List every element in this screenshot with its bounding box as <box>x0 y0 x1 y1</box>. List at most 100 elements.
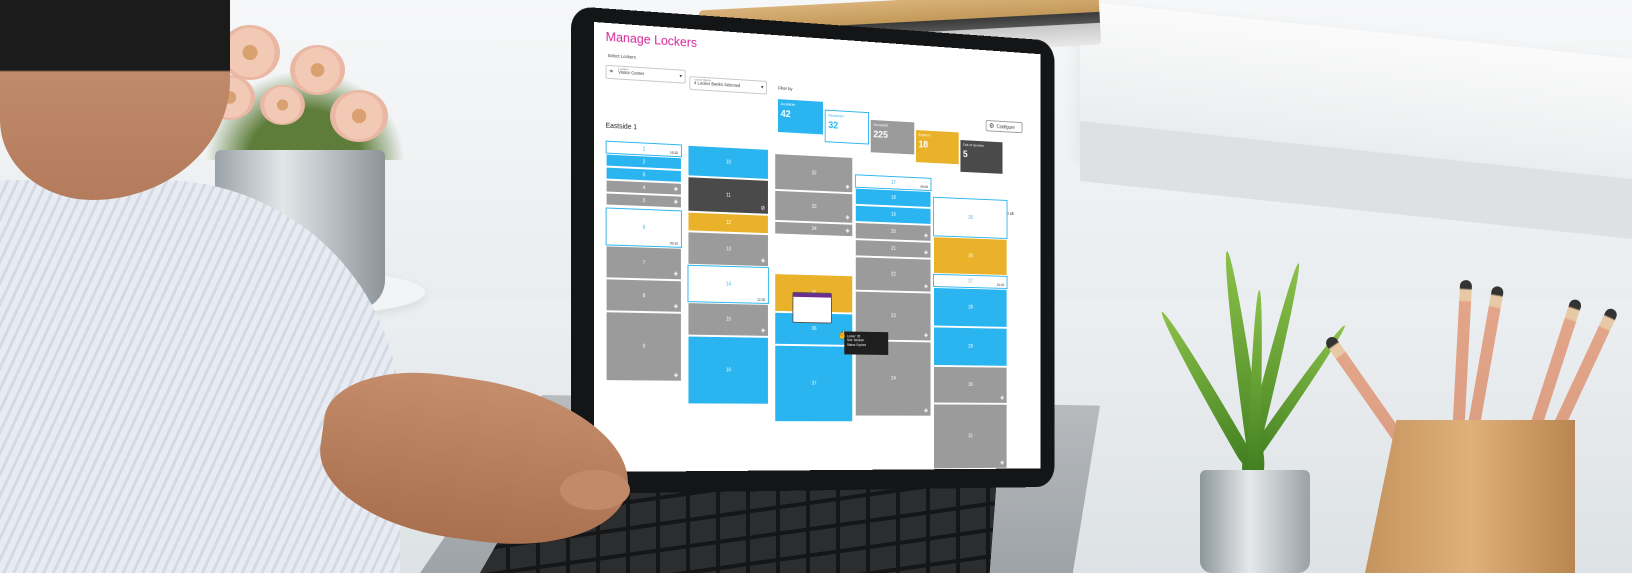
filter-avail[interactable]: Available 42 <box>777 99 823 135</box>
hand-cursor-icon: ☝ <box>837 329 848 340</box>
wooden-pencil-cup <box>1365 420 1575 573</box>
page-title: Manage Lockers <box>605 28 697 51</box>
locker-31[interactable]: 31 ◈ <box>933 403 1008 470</box>
locker-number: 27 <box>968 278 973 285</box>
locker-time: 09:10 <box>669 241 679 246</box>
locker-number: 21 <box>891 246 896 252</box>
filter-label-text: Out of service <box>962 142 984 148</box>
box-icon: ◈ <box>673 199 679 206</box>
sliders-icon: ⚙ <box>989 122 995 130</box>
locker-13[interactable]: 13 ◈ <box>687 231 769 268</box>
locker-29[interactable]: 29 <box>933 326 1008 367</box>
photo-scene: Manage Lockers Select Lockers ⌖ Location… <box>0 0 1632 573</box>
locker-number: 23 <box>891 313 896 320</box>
filter-label-text: Available <box>780 101 796 107</box>
locker-11[interactable]: 11 ⊘ <box>687 176 769 215</box>
locker-number: 10 <box>725 159 732 166</box>
locker-number: 12 <box>725 219 732 227</box>
locker-number: 1 <box>642 145 646 153</box>
box-icon: ◈ <box>845 214 850 221</box>
locker-number: 18 <box>891 194 896 201</box>
locker-number: 3 <box>642 197 646 204</box>
box-icon: ◈ <box>1000 460 1005 466</box>
locker-number: 22 <box>891 271 896 278</box>
filter-oos[interactable]: Out of service 5 <box>960 140 1003 174</box>
locker-number: 19 <box>891 211 896 218</box>
locker-26[interactable]: 26 <box>933 236 1008 276</box>
filter-label: Filter by <box>777 85 793 92</box>
locker-bank-title: Eastside 1 <box>605 122 638 132</box>
locker-preview-card <box>792 291 832 324</box>
flower <box>260 85 305 125</box>
location-select[interactable]: ⌖ Location Visitor Center ▾ <box>605 64 686 84</box>
filter-count: 5 <box>962 149 968 161</box>
locker-14[interactable]: 14 12:32 <box>687 264 769 304</box>
locker-number: 15 <box>725 316 732 323</box>
locker-number: 29 <box>968 343 973 350</box>
box-icon: ◈ <box>924 250 929 256</box>
filter-occ[interactable]: Occupied 225 <box>870 119 915 155</box>
filter-count: 42 <box>780 108 791 121</box>
locker-number: 34 <box>811 226 817 233</box>
filter-resv[interactable]: Reserved 32 <box>824 109 869 145</box>
filter-count: 32 <box>828 120 839 132</box>
locker-34[interactable]: 34 ◈ <box>774 220 854 238</box>
select-lockers-label: Select Lockers <box>607 52 636 60</box>
locker-number: 2 <box>642 158 646 165</box>
locker-number: 37 <box>811 380 817 387</box>
locker-33[interactable]: 33 ◈ <box>774 189 854 224</box>
flower <box>290 45 345 95</box>
locker-number: 9 <box>642 343 646 350</box>
locker-number: 16 <box>725 367 732 374</box>
locker-37[interactable]: 37 <box>774 344 854 423</box>
locker-3[interactable]: 3 ◈ <box>605 192 682 209</box>
locker-6[interactable]: 6 09:10 <box>605 207 682 248</box>
locker-number: 31 <box>968 433 973 440</box>
chevron-down-icon: ▾ <box>761 84 764 91</box>
locker-30[interactable]: 30 ◈ <box>933 365 1008 404</box>
chevron-down-icon: ▾ <box>679 73 682 80</box>
locker-28[interactable]: 28 <box>933 286 1008 328</box>
locker-number: 17 <box>891 179 896 186</box>
filter-exp[interactable]: Expired 18 <box>915 130 959 165</box>
locker-time: 12:32 <box>757 297 766 302</box>
locker-number: 5 <box>642 171 646 178</box>
box-icon: ◈ <box>1000 395 1005 402</box>
locker-25[interactable]: 25 <box>933 196 1008 239</box>
locker-number: 30 <box>968 382 973 388</box>
filter-label-text: Expired <box>918 132 931 138</box>
locker-number: 28 <box>968 304 973 311</box>
box-icon: ◈ <box>673 372 679 379</box>
person-finger <box>560 470 630 510</box>
preview-header-bar <box>793 292 831 298</box>
locker-number: 8 <box>642 292 646 299</box>
locker-number: 24 <box>891 375 896 382</box>
plant-pot <box>1200 470 1310 573</box>
locker-number: 26 <box>968 253 973 260</box>
locker-15[interactable]: 15 ◈ <box>687 302 769 337</box>
locker-bank-select[interactable]: Locker Banks 4 Locker Banks Selected ▾ <box>689 76 768 95</box>
locker-22[interactable]: 22 ◈ <box>854 256 932 293</box>
configure-button[interactable]: ⚙ Configure <box>985 119 1023 134</box>
locker-10[interactable]: 10 <box>687 144 769 180</box>
box-icon: ◈ <box>673 271 679 278</box>
locker-number: 36 <box>811 326 817 332</box>
locker-9[interactable]: 9 ◈ <box>605 311 682 382</box>
box-icon: ◈ <box>760 328 766 334</box>
box-icon: ◈ <box>924 408 929 414</box>
locker-32[interactable]: 32 ◈ <box>774 153 854 194</box>
filter-label-text: Reserved <box>828 112 844 119</box>
locker-number: 20 <box>891 229 896 235</box>
locker-tooltip: Locker: 35 Size: Medium Status: Expired <box>844 331 889 355</box>
flower <box>330 90 388 142</box>
box-icon: ◈ <box>924 332 929 339</box>
locker-number: 14 <box>725 281 732 288</box>
locker-number: 32 <box>811 170 817 177</box>
locker-16[interactable]: 16 <box>687 335 769 405</box>
locker-time: 01:23 <box>996 283 1005 288</box>
locker-7[interactable]: 7 ◈ <box>605 245 682 281</box>
locker-time: 09:00 <box>920 184 929 190</box>
box-icon: ◈ <box>845 228 850 235</box>
box-icon: ◈ <box>673 303 679 310</box>
locker-8[interactable]: 8 ◈ <box>605 278 682 313</box>
